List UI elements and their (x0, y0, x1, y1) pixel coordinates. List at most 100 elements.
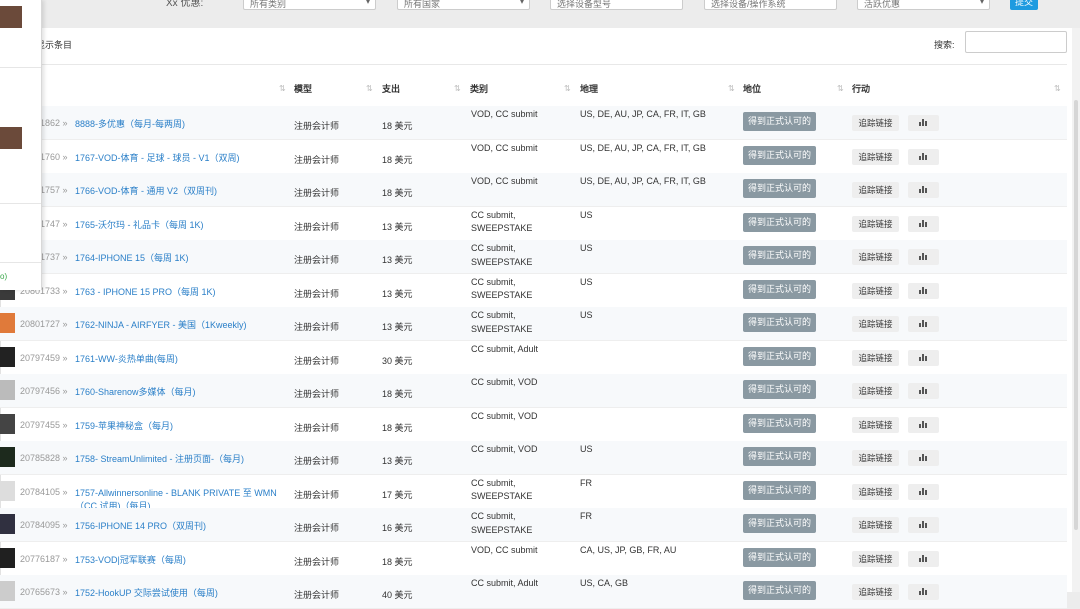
header-action[interactable]: 行动 (852, 82, 870, 95)
offer-id[interactable]: 20797455 » (20, 420, 68, 430)
stats-button[interactable] (908, 148, 939, 165)
offer-id[interactable]: 20797456 » (20, 386, 68, 396)
tracking-link-button[interactable]: 追踪链接 (852, 550, 899, 567)
sort-icon[interactable]: ⇅ (1054, 84, 1061, 93)
avatar[interactable] (0, 127, 22, 149)
status-approved-button[interactable]: 得到正式认可的 (743, 279, 816, 299)
sort-icon[interactable]: ⇅ (279, 84, 286, 93)
country-select[interactable]: 所有国家 ▾ (397, 0, 530, 10)
table-row: 20801733 » 1763 - IPHONE 15 PRO（每周 1K) 注册会… (0, 274, 1067, 308)
stats-button[interactable] (908, 115, 939, 131)
sort-icon[interactable]: ⇅ (728, 84, 735, 93)
offer-name-link[interactable]: 1766-VOD-体育 - 通用 V2（双周刊) (75, 185, 290, 198)
stats-button[interactable] (908, 215, 939, 232)
status-approved-button[interactable]: 得到正式认可的 (743, 480, 816, 500)
tracking-link-button[interactable]: 追踪链接 (852, 383, 899, 399)
search-input[interactable] (965, 31, 1067, 53)
tracking-link-button[interactable]: 追踪链接 (852, 282, 899, 299)
offer-name-link[interactable]: 1767-VOD-体育 - 足球 - 球员 - V1（双周) (75, 152, 290, 165)
status-approved-button[interactable]: 得到正式认可的 (743, 112, 816, 131)
offer-name-link[interactable]: 1762-NINJA - AIRFYER - 美国（1Kweekly) (75, 319, 290, 332)
stats-button[interactable] (908, 450, 939, 466)
offer-name-link[interactable]: 1759-苹果神秘盒（每月) (75, 420, 290, 433)
offer-name-link[interactable]: 1753-VOD|冠军联赛（每周) (75, 554, 290, 567)
tracking-link-button[interactable]: 追踪链接 (852, 249, 899, 265)
tracking-link-button[interactable]: 追踪链接 (852, 316, 899, 332)
offer-id[interactable]: 20784105 » (20, 487, 68, 497)
offer-name-link[interactable]: 1756-IPHONE 14 PRO（双周刊) (75, 520, 290, 533)
offer-id[interactable]: 20785828 » (20, 453, 68, 463)
stats-button[interactable] (908, 249, 939, 265)
stats-button[interactable] (908, 483, 939, 500)
status-approved-button[interactable]: 得到正式认可的 (743, 346, 816, 366)
status-approved-button[interactable]: 得到正式认可的 (743, 145, 816, 165)
offer-name-link[interactable]: 1752-HookUP 交际尝试使用（每周) (75, 587, 290, 600)
offer-model: 注册会计师 (294, 188, 340, 198)
stats-button[interactable] (908, 349, 939, 366)
offer-name-link[interactable]: 1765-沃尔玛 - 礼品卡（每周 1K) (75, 219, 290, 232)
sort-icon[interactable]: ⇅ (366, 84, 373, 93)
stats-button[interactable] (908, 550, 939, 567)
header-category[interactable]: 类别 (470, 82, 488, 95)
stats-button[interactable] (908, 316, 939, 332)
status-approved-button[interactable]: 得到正式认可的 (743, 246, 816, 265)
tracking-link-button[interactable]: 追踪链接 (852, 215, 899, 232)
status-select[interactable]: 活跃优惠 ▾ (857, 0, 990, 10)
offer-model: 注册会计师 (294, 255, 340, 265)
tracking-link-button[interactable]: 追踪链接 (852, 349, 899, 366)
status-approved-button[interactable]: 得到正式认可的 (743, 380, 816, 399)
tracking-link-button[interactable]: 追踪链接 (852, 483, 899, 500)
offer-name-link[interactable]: 8888-多优惠（每月-每两周) (75, 118, 290, 131)
status-approved-button[interactable]: 得到正式认可的 (743, 447, 816, 466)
status-approved-button[interactable]: 得到正式认可的 (743, 212, 816, 232)
offer-id[interactable]: 20801727 » (20, 319, 68, 329)
offer-id[interactable]: 20765673 » (20, 587, 68, 597)
status-approved-button[interactable]: 得到正式认可的 (743, 413, 816, 433)
tracking-link-button[interactable]: 追踪链接 (852, 416, 899, 433)
status-approved-button[interactable]: 得到正式认可的 (743, 514, 816, 533)
status-approved-button[interactable]: 得到正式认可的 (743, 581, 816, 600)
os-select[interactable]: 选择设备/操作系统 (704, 0, 837, 10)
stats-button[interactable] (908, 584, 939, 600)
offer-name-link[interactable]: 1758- StreamUnlimited - 注册页面-（每月) (75, 453, 290, 466)
tracking-link-button[interactable]: 追踪链接 (852, 115, 899, 131)
sort-icon[interactable]: ⇅ (837, 84, 844, 93)
avatar[interactable] (0, 6, 22, 28)
offer-model: 注册会计师 (294, 355, 340, 366)
table-row: 20776187 » 1753-VOD|冠军联赛（每周) 注册会计师 18 美元 VOD… (0, 542, 1067, 576)
offer-id[interactable]: 20776187 » (20, 554, 68, 564)
submit-button[interactable]: 提交 (1010, 0, 1038, 10)
offer-name-link[interactable]: 1761-WW-炎热单曲(每周) (75, 353, 290, 366)
status-approved-button[interactable]: 得到正式认可的 (743, 313, 816, 332)
status-approved-button[interactable]: 得到正式认可的 (743, 179, 816, 198)
offer-payout: 40 美元 (382, 590, 413, 600)
device-select[interactable]: 选择设备型号 (550, 0, 683, 10)
category-select[interactable]: 所有类别 ▾ (243, 0, 376, 10)
stats-button[interactable] (908, 517, 939, 533)
header-model[interactable]: 模型 (294, 82, 312, 95)
filter-bar: Xx 优惠: 所有类别 ▾ 所有国家 ▾ 选择设备型号 选择设备/操作系统 活跃优惠… (0, 0, 1080, 28)
tracking-link-button[interactable]: 追踪链接 (852, 584, 899, 600)
offer-payout: 30 美元 (382, 355, 413, 366)
header-payout[interactable]: 支出 (382, 82, 400, 95)
offer-id[interactable]: 20784095 » (20, 520, 68, 530)
offer-id[interactable]: 20797459 » (20, 353, 68, 363)
status-approved-button[interactable]: 得到正式认可的 (743, 547, 816, 567)
header-status[interactable]: 地位 (743, 82, 761, 95)
offer-name-link[interactable]: 1764-IPHONE 15（每周 1K) (75, 252, 290, 265)
tracking-link-button[interactable]: 追踪链接 (852, 517, 899, 533)
offer-name-link[interactable]: 1760-Sharenow多媒体（每月) (75, 386, 290, 399)
offer-payout: 17 美元 (382, 489, 413, 500)
tracking-link-button[interactable]: 追踪链接 (852, 148, 899, 165)
header-geo[interactable]: 地理 (580, 82, 598, 95)
tracking-link-button[interactable]: 追踪链接 (852, 450, 899, 466)
sort-icon[interactable]: ⇅ (454, 84, 461, 93)
stats-button[interactable] (908, 416, 939, 433)
offer-name-link[interactable]: 1763 - IPHONE 15 PRO（每周 1K) (75, 286, 290, 299)
sort-icon[interactable]: ⇅ (564, 84, 571, 93)
stats-button[interactable] (908, 383, 939, 399)
stats-button[interactable] (908, 282, 939, 299)
tracking-link-button[interactable]: 追踪链接 (852, 182, 899, 198)
scrollbar-thumb[interactable] (1074, 100, 1078, 530)
stats-button[interactable] (908, 182, 939, 198)
